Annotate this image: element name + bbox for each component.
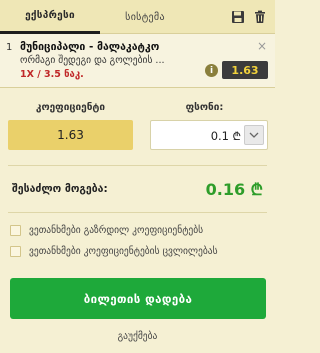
info-icon[interactable]: i (205, 64, 218, 77)
checkbox-icon[interactable] (10, 225, 21, 236)
option-label: ვეთანხმები გაზრდილ კოეფიციენტებს (29, 225, 204, 236)
accept-higher-odds-option[interactable]: ვეთანხმები გაზრდილ კოეფიციენტებს (10, 225, 203, 236)
checkbox-icon[interactable] (10, 246, 21, 257)
tab-express[interactable]: ექსპრესი (0, 0, 100, 34)
divider (8, 165, 267, 166)
place-bet-button[interactable]: ბილეთის დადება (10, 278, 266, 319)
close-icon[interactable]: × (257, 39, 267, 53)
possible-win-label: შესაძლო მოგება: (12, 183, 108, 195)
option-label: ვეთანხმები კოეფიციენტების ცვლილებას (29, 246, 218, 257)
bet-slip-item: 1 მუნიციპალი - მალაკატკო ორმაგი შედეგი დ… (0, 34, 275, 88)
cancel-link[interactable]: გაუქმება (0, 331, 275, 342)
save-icon[interactable] (230, 9, 246, 25)
currency-symbol: ₾ (232, 130, 241, 143)
market-name: ორმაგი შედეგი და გოლების ... (20, 55, 165, 66)
divider (8, 212, 267, 213)
selection-label: 1X / 3.5 ნაკ. (20, 69, 84, 80)
stake-label: ფსონი: (185, 102, 224, 113)
coefficient-value: 1.63 (8, 120, 133, 150)
stake-input[interactable]: 0.1 ₾ (150, 120, 268, 150)
tab-bar: ექსპრესი სისტემა (0, 0, 275, 34)
stake-value[interactable]: 0.1 (211, 129, 229, 143)
possible-win-value: 0.16 ₾ (205, 180, 263, 199)
coefficient-label: კოეფიციენტი (35, 102, 106, 113)
event-title: მუნიციპალი - მალაკატკო (20, 41, 160, 53)
odds-badge: 1.63 (222, 61, 268, 79)
bet-number: 1 (6, 42, 13, 53)
accept-odds-change-option[interactable]: ვეთანხმები კოეფიციენტების ცვლილებას (10, 246, 218, 257)
tab-system[interactable]: სისტემა (100, 0, 190, 34)
trash-icon[interactable] (252, 9, 268, 25)
chevron-down-icon[interactable] (244, 125, 264, 145)
